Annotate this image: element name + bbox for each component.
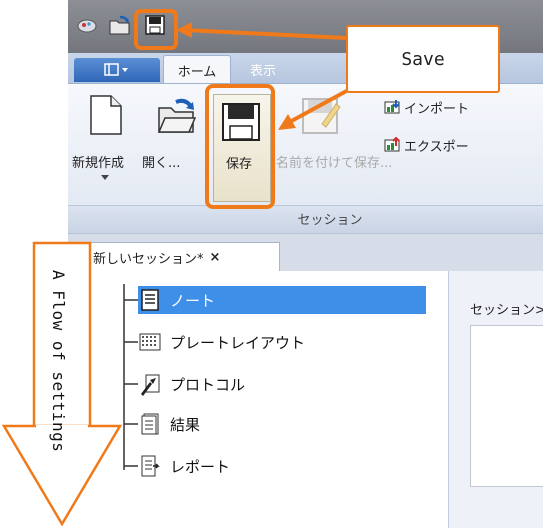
document-icon [74, 248, 88, 266]
tree-item-label: プレートレイアウト [170, 333, 306, 352]
save-button-label: 保存 [226, 157, 253, 172]
tree-item-label: プロトコル [170, 375, 246, 394]
save-as-button-label: 名前を付けて保存... [276, 156, 393, 171]
tree-item-results[interactable]: 結果 [138, 410, 200, 438]
tree-item-label: ノート [170, 291, 216, 310]
export-label: エクスポー [404, 140, 469, 155]
protocol-icon [141, 374, 160, 396]
tree-item-report[interactable]: レポート [138, 452, 230, 480]
new-button-label: 新規作成 [72, 156, 125, 171]
tree-item-label: 結果 [170, 415, 201, 434]
tree-item-plate-layout[interactable]: プレートレイアウト [138, 328, 305, 356]
save-ribbon-button[interactable]: 保存 [213, 94, 271, 202]
close-icon[interactable]: × [210, 250, 221, 265]
save-icon[interactable] [144, 14, 166, 36]
export-button[interactable]: エクスポー [384, 134, 543, 158]
new-button[interactable]: 新規作成 [72, 92, 138, 200]
session-detail-box [470, 325, 543, 487]
tree-connector-lines [123, 284, 138, 470]
open-button-label: 開く... [142, 156, 181, 171]
plate-grid-icon [139, 333, 161, 351]
note-icon [141, 289, 159, 311]
results-icon [141, 413, 159, 435]
app-menu-button[interactable] [74, 58, 160, 82]
document-tab-label: 新しいセッション* [93, 251, 204, 267]
report-icon [141, 455, 160, 477]
tab-view[interactable]: 表示 [236, 55, 290, 83]
chevron-down-icon [101, 175, 109, 180]
new-document-icon [90, 95, 122, 135]
tree-item-label: レポート [170, 457, 231, 476]
tree-item-protocol[interactable]: プロトコル [138, 370, 245, 398]
save-icon [222, 103, 260, 141]
ribbon-group-label: セッション [297, 213, 363, 228]
save-as-icon [302, 98, 341, 134]
window-menu-icon [104, 63, 128, 76]
export-icon [384, 137, 400, 152]
tree-item-note[interactable]: ノート [138, 286, 426, 314]
tab-home[interactable]: ホーム [163, 55, 231, 84]
save-callout: Save [346, 25, 500, 93]
session-detail-label: セッション> [470, 303, 543, 318]
open-folder-icon[interactable] [108, 13, 132, 37]
import-icon [384, 100, 400, 114]
flow-label: A Flow of settings [49, 270, 68, 453]
open-button[interactable]: 開く... [138, 92, 204, 182]
save-as-button[interactable]: 名前を付けて保存... [276, 92, 392, 182]
import-button[interactable]: インポート [384, 96, 543, 120]
app-icon[interactable] [76, 16, 98, 36]
import-label: インポート [404, 102, 470, 117]
open-folder-icon [157, 98, 197, 133]
document-tab[interactable]: 新しいセッション* × [70, 242, 280, 271]
